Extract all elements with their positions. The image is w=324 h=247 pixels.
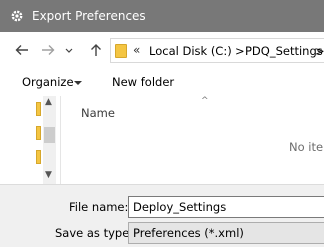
address-box[interactable]: « Local Disk (C:) > PDQ_Settings > — [110, 38, 324, 63]
column-header-name[interactable]: Name — [81, 106, 115, 120]
chevron-down-icon[interactable] — [74, 81, 82, 85]
new-folder-button[interactable]: New folder — [112, 75, 174, 89]
back-arrow-icon[interactable] — [14, 42, 30, 58]
forward-arrow-icon[interactable] — [40, 42, 56, 58]
gear-icon — [11, 10, 23, 22]
breadcrumb-pdq-settings[interactable]: PDQ_Settings — [245, 44, 323, 58]
scrollbar-thumb[interactable] — [44, 127, 55, 143]
address-bar: « Local Disk (C:) > PDQ_Settings > — [0, 32, 324, 68]
breadcrumb-separator[interactable]: > — [235, 44, 245, 58]
empty-message: No ite — [289, 140, 324, 154]
folder-icon — [115, 44, 127, 58]
file-name-label: File name: — [69, 200, 129, 214]
recent-locations-icon[interactable] — [64, 42, 74, 58]
scroll-up-icon[interactable]: ▲ — [45, 97, 52, 107]
sort-ascending-icon: ^ — [201, 96, 209, 106]
file-name-value: Deploy_Settings — [133, 200, 227, 214]
window-title: Export Preferences — [32, 9, 146, 23]
folder-icon[interactable] — [36, 150, 41, 164]
breadcrumb-local-disk[interactable]: Local Disk (C:) — [149, 44, 232, 58]
command-bar: Organize New folder — [0, 68, 324, 96]
nav-scrollbar[interactable]: ▲ ▼ — [43, 96, 56, 184]
breadcrumb-separator[interactable]: > — [315, 44, 324, 58]
file-name-input[interactable]: Deploy_Settings — [128, 196, 324, 218]
title-bar: Export Preferences — [0, 0, 324, 32]
overflow-chevron[interactable]: « — [133, 43, 140, 57]
save-as-type-label: Save as type: — [55, 226, 134, 240]
scroll-down-icon[interactable]: ▼ — [45, 170, 52, 180]
folder-icon[interactable] — [36, 102, 41, 116]
up-arrow-icon[interactable] — [88, 42, 104, 58]
save-form: File name: Deploy_Settings Save as type:… — [0, 184, 324, 247]
save-as-type-value: Preferences (*.xml) — [133, 226, 244, 240]
organize-button[interactable]: Organize — [22, 75, 74, 89]
folder-icon[interactable] — [36, 126, 41, 140]
save-as-type-select[interactable]: Preferences (*.xml) — [128, 222, 324, 244]
file-list: ^ Name No ite — [60, 96, 324, 184]
